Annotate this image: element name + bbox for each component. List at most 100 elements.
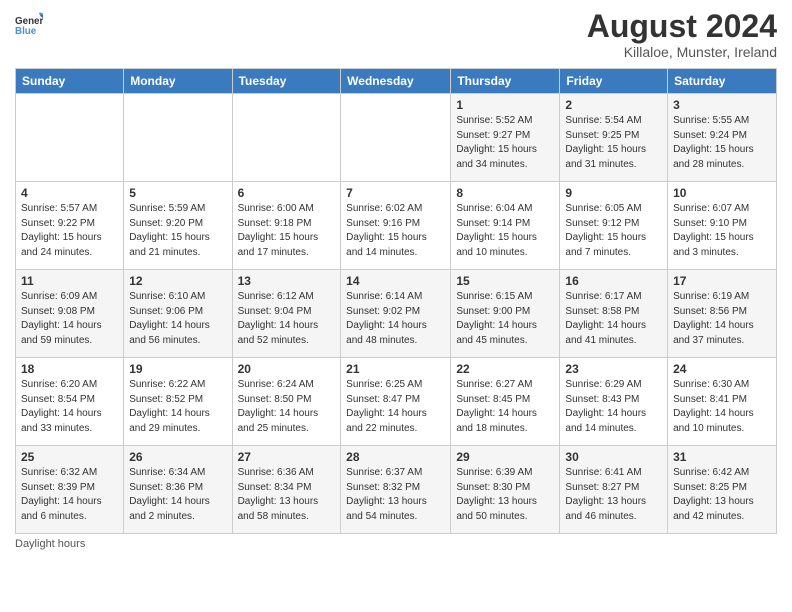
day-info: Sunrise: 6:12 AMSunset: 9:04 PMDaylight:… bbox=[238, 290, 336, 348]
calendar-cell-w3-d4: 14Sunrise: 6:14 AMSunset: 9:02 PMDayligh… bbox=[341, 270, 451, 358]
day-number: 31 bbox=[673, 450, 771, 464]
day-number: 24 bbox=[673, 362, 771, 376]
calendar-cell-w2-d7: 10 Sunrise: 6:07 AMSunset: 9:10 PMDayligh… bbox=[668, 182, 777, 270]
calendar-week-1: 1 Sunrise: 5:52 AMSunset: 9:27 PMDaylight… bbox=[16, 94, 777, 182]
day-info: Sunrise: 6:27 AMSunset: 8:45 PMDaylight:… bbox=[456, 378, 554, 436]
calendar-table: Sunday Monday Tuesday Wednesday Thursday… bbox=[15, 68, 777, 534]
day-number: 14 bbox=[346, 274, 445, 288]
day-info: Sunrise: 6:37 AMSunset: 8:32 PMDaylight:… bbox=[346, 466, 445, 524]
day-number: 27 bbox=[238, 450, 336, 464]
calendar-week-2: 4 Sunrise: 5:57 AMSunset: 9:22 PMDaylight… bbox=[16, 182, 777, 270]
day-number: 19 bbox=[129, 362, 226, 376]
day-info: Sunrise: 5:57 AMSunset: 9:22 PMDaylight:… bbox=[21, 202, 118, 260]
day-number: 20 bbox=[238, 362, 336, 376]
calendar-cell-w1-d7: 3 Sunrise: 5:55 AMSunset: 9:24 PMDaylight… bbox=[668, 94, 777, 182]
calendar-week-5: 25Sunrise: 6:32 AMSunset: 8:39 PMDayligh… bbox=[16, 446, 777, 534]
footer-note: Daylight hours bbox=[15, 538, 777, 550]
day-info: Sunrise: 6:10 AMSunset: 9:06 PMDaylight:… bbox=[129, 290, 226, 348]
page-container: General Blue August 2024 Killaloe, Munst… bbox=[0, 0, 792, 558]
col-friday: Friday bbox=[560, 69, 668, 94]
day-info: Sunrise: 6:09 AMSunset: 9:08 PMDaylight:… bbox=[21, 290, 118, 348]
day-number: 12 bbox=[129, 274, 226, 288]
day-number: 28 bbox=[346, 450, 445, 464]
calendar-cell-w3-d1: 11 Sunrise: 6:09 AMSunset: 9:08 PMDayligh… bbox=[16, 270, 124, 358]
day-number: 10 bbox=[673, 186, 771, 200]
day-info: Sunrise: 6:34 AMSunset: 8:36 PMDaylight:… bbox=[129, 466, 226, 524]
calendar-cell-w2-d1: 4 Sunrise: 5:57 AMSunset: 9:22 PMDaylight… bbox=[16, 182, 124, 270]
day-number: 6 bbox=[238, 186, 336, 200]
day-info: Sunrise: 6:36 AMSunset: 8:34 PMDaylight:… bbox=[238, 466, 336, 524]
day-number: 3 bbox=[673, 98, 771, 112]
calendar-week-4: 18Sunrise: 6:20 AMSunset: 8:54 PMDayligh… bbox=[16, 358, 777, 446]
calendar-cell-w3-d3: 13 Sunrise: 6:12 AMSunset: 9:04 PMDayligh… bbox=[232, 270, 341, 358]
calendar-cell-w2-d4: 7 Sunrise: 6:02 AMSunset: 9:16 PMDaylight… bbox=[341, 182, 451, 270]
calendar-cell-w1-d2 bbox=[124, 94, 232, 182]
page-header: General Blue August 2024 Killaloe, Munst… bbox=[15, 10, 777, 60]
day-info: Sunrise: 6:22 AMSunset: 8:52 PMDaylight:… bbox=[129, 378, 226, 436]
svg-text:Blue: Blue bbox=[15, 26, 37, 37]
day-info: Sunrise: 6:20 AMSunset: 8:54 PMDaylight:… bbox=[21, 378, 118, 436]
day-info: Sunrise: 6:19 AMSunset: 8:56 PMDaylight:… bbox=[673, 290, 771, 348]
calendar-cell-w5-d5: 29 Sunrise: 6:39 AMSunset: 8:30 PMDayligh… bbox=[451, 446, 560, 534]
calendar-cell-w5-d6: 30 Sunrise: 6:41 AMSunset: 8:27 PMDayligh… bbox=[560, 446, 668, 534]
day-info: Sunrise: 6:32 AMSunset: 8:39 PMDaylight:… bbox=[21, 466, 118, 524]
day-info: Sunrise: 5:54 AMSunset: 9:25 PMDaylight:… bbox=[565, 114, 662, 172]
day-info: Sunrise: 6:25 AMSunset: 8:47 PMDaylight:… bbox=[346, 378, 445, 436]
calendar-cell-w4-d3: 20Sunrise: 6:24 AMSunset: 8:50 PMDayligh… bbox=[232, 358, 341, 446]
calendar-cell-w5-d4: 28 Sunrise: 6:37 AMSunset: 8:32 PMDayligh… bbox=[341, 446, 451, 534]
calendar-header-row: Sunday Monday Tuesday Wednesday Thursday… bbox=[16, 69, 777, 94]
calendar-cell-w3-d7: 17Sunrise: 6:19 AMSunset: 8:56 PMDayligh… bbox=[668, 270, 777, 358]
day-info: Sunrise: 6:17 AMSunset: 8:58 PMDaylight:… bbox=[565, 290, 662, 348]
calendar-cell-w1-d4 bbox=[341, 94, 451, 182]
day-info: Sunrise: 6:07 AMSunset: 9:10 PMDaylight:… bbox=[673, 202, 771, 260]
logo-icon: General Blue bbox=[15, 10, 43, 38]
day-info: Sunrise: 6:41 AMSunset: 8:27 PMDaylight:… bbox=[565, 466, 662, 524]
month-year-title: August 2024 bbox=[587, 10, 777, 42]
day-number: 21 bbox=[346, 362, 445, 376]
calendar-cell-w2-d6: 9Sunrise: 6:05 AMSunset: 9:12 PMDaylight… bbox=[560, 182, 668, 270]
calendar-cell-w2-d2: 5Sunrise: 5:59 AMSunset: 9:20 PMDaylight… bbox=[124, 182, 232, 270]
col-monday: Monday bbox=[124, 69, 232, 94]
day-number: 16 bbox=[565, 274, 662, 288]
day-info: Sunrise: 6:04 AMSunset: 9:14 PMDaylight:… bbox=[456, 202, 554, 260]
day-number: 2 bbox=[565, 98, 662, 112]
col-sunday: Sunday bbox=[16, 69, 124, 94]
calendar-cell-w1-d3 bbox=[232, 94, 341, 182]
day-number: 30 bbox=[565, 450, 662, 464]
day-info: Sunrise: 6:39 AMSunset: 8:30 PMDaylight:… bbox=[456, 466, 554, 524]
day-number: 29 bbox=[456, 450, 554, 464]
day-number: 26 bbox=[129, 450, 226, 464]
day-info: Sunrise: 6:30 AMSunset: 8:41 PMDaylight:… bbox=[673, 378, 771, 436]
calendar-cell-w4-d6: 23Sunrise: 6:29 AMSunset: 8:43 PMDayligh… bbox=[560, 358, 668, 446]
col-saturday: Saturday bbox=[668, 69, 777, 94]
calendar-cell-w4-d7: 24 Sunrise: 6:30 AMSunset: 8:41 PMDayligh… bbox=[668, 358, 777, 446]
day-info: Sunrise: 6:02 AMSunset: 9:16 PMDaylight:… bbox=[346, 202, 445, 260]
day-info: Sunrise: 6:00 AMSunset: 9:18 PMDaylight:… bbox=[238, 202, 336, 260]
day-number: 1 bbox=[456, 98, 554, 112]
calendar-cell-w4-d2: 19 Sunrise: 6:22 AMSunset: 8:52 PMDayligh… bbox=[124, 358, 232, 446]
calendar-cell-w4-d1: 18Sunrise: 6:20 AMSunset: 8:54 PMDayligh… bbox=[16, 358, 124, 446]
day-number: 15 bbox=[456, 274, 554, 288]
calendar-cell-w5-d1: 25Sunrise: 6:32 AMSunset: 8:39 PMDayligh… bbox=[16, 446, 124, 534]
day-number: 11 bbox=[21, 274, 118, 288]
day-number: 8 bbox=[456, 186, 554, 200]
col-wednesday: Wednesday bbox=[341, 69, 451, 94]
day-number: 23 bbox=[565, 362, 662, 376]
footer-note-text: Daylight hours bbox=[15, 538, 85, 550]
calendar-cell-w3-d5: 15 Sunrise: 6:15 AMSunset: 9:00 PMDayligh… bbox=[451, 270, 560, 358]
calendar-cell-w1-d6: 2 Sunrise: 5:54 AMSunset: 9:25 PMDaylight… bbox=[560, 94, 668, 182]
day-number: 13 bbox=[238, 274, 336, 288]
calendar-cell-w3-d6: 16 Sunrise: 6:17 AMSunset: 8:58 PMDayligh… bbox=[560, 270, 668, 358]
calendar-cell-w5-d7: 31Sunrise: 6:42 AMSunset: 8:25 PMDayligh… bbox=[668, 446, 777, 534]
day-info: Sunrise: 5:52 AMSunset: 9:27 PMDaylight:… bbox=[456, 114, 554, 172]
day-info: Sunrise: 6:15 AMSunset: 9:00 PMDaylight:… bbox=[456, 290, 554, 348]
calendar-cell-w1-d1 bbox=[16, 94, 124, 182]
calendar-cell-w2-d3: 6 Sunrise: 6:00 AMSunset: 9:18 PMDaylight… bbox=[232, 182, 341, 270]
day-number: 7 bbox=[346, 186, 445, 200]
calendar-cell-w2-d5: 8 Sunrise: 6:04 AMSunset: 9:14 PMDaylight… bbox=[451, 182, 560, 270]
day-number: 4 bbox=[21, 186, 118, 200]
calendar-week-3: 11 Sunrise: 6:09 AMSunset: 9:08 PMDayligh… bbox=[16, 270, 777, 358]
title-section: August 2024 Killaloe, Munster, Ireland bbox=[587, 10, 777, 60]
day-info: Sunrise: 5:55 AMSunset: 9:24 PMDaylight:… bbox=[673, 114, 771, 172]
calendar-cell-w5-d3: 27 Sunrise: 6:36 AMSunset: 8:34 PMDayligh… bbox=[232, 446, 341, 534]
